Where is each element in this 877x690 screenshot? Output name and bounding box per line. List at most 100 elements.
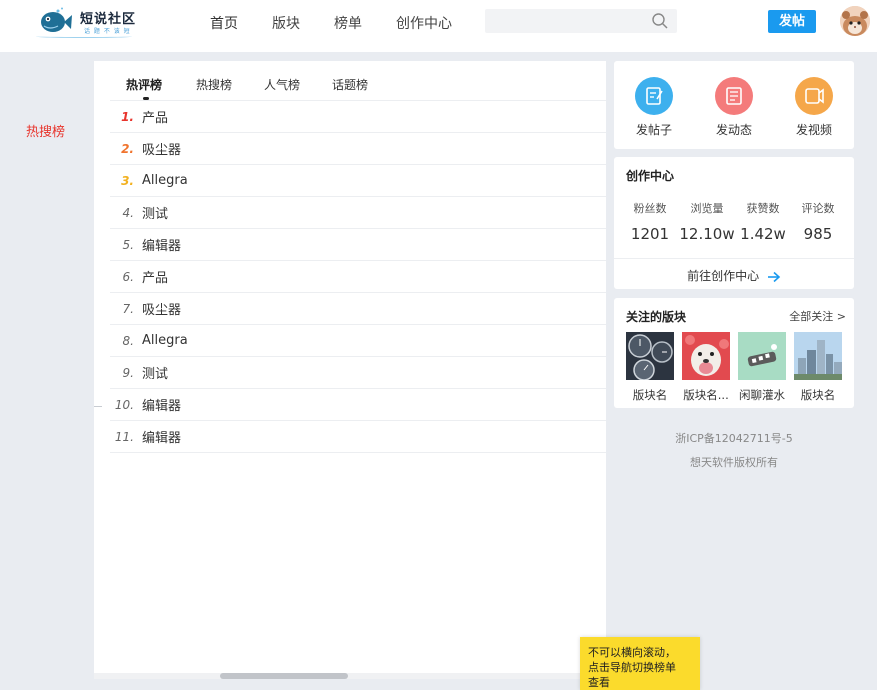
nav-boards[interactable]: 版块 bbox=[272, 13, 300, 33]
search-input[interactable] bbox=[485, 9, 645, 33]
arrow-right-icon bbox=[767, 271, 781, 282]
rank-number: 2. bbox=[121, 141, 134, 156]
followed-title: 关注的版块 bbox=[626, 310, 687, 324]
fish-logo-icon bbox=[41, 7, 72, 32]
board-item[interactable]: 版块名 bbox=[794, 332, 842, 403]
tab-hot-search[interactable]: 热搜榜 bbox=[196, 76, 232, 93]
site-logo[interactable]: 短说社区 话 题 不 该 短 bbox=[34, 4, 144, 40]
main-nav: 首页 版块 榜单 创作中心 bbox=[210, 13, 486, 33]
action-label: 发视频 bbox=[795, 123, 832, 137]
post-button[interactable]: 发帖 bbox=[768, 10, 816, 33]
tip-line: 不可以横向滚动， bbox=[588, 646, 676, 659]
side-hot-search-label[interactable]: 热搜榜 bbox=[26, 121, 65, 140]
goto-creation-center-link[interactable]: 前往创作中心 bbox=[614, 267, 854, 284]
list-item[interactable]: 5. 编辑器 bbox=[110, 229, 606, 261]
list-item[interactable]: 1. 产品 bbox=[110, 101, 606, 133]
hot-list: 1. 产品 2. 吸尘器 3. Allegra 4. 测试 5. 编辑器 6. 产品 7. 吸… bbox=[110, 101, 606, 453]
list-item-text: 编辑器 bbox=[142, 239, 182, 254]
scrollbar-thumb[interactable] bbox=[220, 673, 348, 679]
dog-image bbox=[682, 332, 730, 380]
sticker-image bbox=[738, 332, 786, 380]
ranking-tabs: 热评榜 热搜榜 人气榜 话题榜 bbox=[110, 61, 606, 101]
quick-actions-card: 发帖子 发动态 发视频 bbox=[614, 61, 854, 149]
rank-number: 3. bbox=[121, 173, 134, 188]
stat-comments[interactable]: 评论数 985 bbox=[790, 200, 846, 243]
rank-number: 10. bbox=[114, 397, 134, 412]
ranking-panel: 热评榜 热搜榜 人气榜 话题榜 1. 产品 2. 吸尘器 3. Allegra 4. 测… bbox=[94, 61, 606, 673]
list-item[interactable]: 11. 编辑器 bbox=[110, 421, 606, 453]
goto-label: 前往创作中心 bbox=[687, 269, 760, 283]
tab-popularity[interactable]: 人气榜 bbox=[264, 76, 300, 93]
scroll-tip: 不可以横向滚动， 点击导航切换榜单 查看 bbox=[580, 637, 700, 690]
nav-creation-center[interactable]: 创作中心 bbox=[396, 13, 452, 33]
divider bbox=[614, 258, 854, 259]
list-item-text: 吸尘器 bbox=[142, 143, 182, 158]
rank-number: 8. bbox=[122, 333, 134, 348]
nav-rankings[interactable]: 榜单 bbox=[334, 13, 362, 33]
list-item-text: 测试 bbox=[142, 367, 169, 382]
list-item[interactable]: 9. 测试 bbox=[110, 357, 606, 389]
list-item-text: Allegra bbox=[142, 173, 188, 188]
list-item[interactable]: 8. Allegra bbox=[110, 325, 606, 357]
hamster-avatar-icon bbox=[840, 6, 870, 36]
list-item[interactable]: 10. 编辑器 bbox=[110, 389, 606, 421]
post-dynamic-button[interactable]: 发动态 bbox=[710, 77, 758, 138]
list-item-text: 产品 bbox=[142, 111, 169, 126]
stat-value: 985 bbox=[803, 225, 833, 243]
board-name: 版块名 bbox=[800, 388, 836, 402]
board-item[interactable]: 版块名 bbox=[626, 332, 674, 403]
rank-number: 6. bbox=[122, 269, 134, 284]
stat-label: 评论数 bbox=[801, 202, 835, 215]
rank-number: 5. bbox=[122, 237, 134, 252]
tab-hot-comments[interactable]: 热评榜 bbox=[126, 76, 162, 93]
board-name: 闲聊灌水 bbox=[739, 388, 785, 402]
stat-fans[interactable]: 粉丝数 1201 bbox=[622, 200, 678, 243]
list-item-text: 编辑器 bbox=[142, 399, 182, 414]
video-icon bbox=[795, 77, 833, 115]
nav-home[interactable]: 首页 bbox=[210, 13, 238, 33]
post-video-button[interactable]: 发视频 bbox=[790, 77, 838, 138]
icp-record-link[interactable]: 浙ICP备12042711号-5 bbox=[614, 430, 854, 446]
stat-likes[interactable]: 获赞数 1.42w bbox=[735, 200, 791, 243]
dynamic-icon bbox=[715, 77, 753, 115]
board-item[interactable]: 闲聊灌水 bbox=[738, 332, 786, 403]
list-item[interactable]: 4. 测试 bbox=[110, 197, 606, 229]
list-item[interactable]: 6. 产品 bbox=[110, 261, 606, 293]
top-header: 短说社区 话 题 不 该 短 首页 版块 榜单 创作中心 发帖 bbox=[0, 0, 877, 52]
action-label: 发动态 bbox=[715, 123, 752, 137]
all-followed-link[interactable]: 全部关注 > bbox=[789, 308, 846, 324]
tab-topics[interactable]: 话题榜 bbox=[332, 76, 368, 93]
horizontal-scrollbar[interactable] bbox=[94, 673, 606, 679]
logo-subtitle: 话 题 不 该 短 bbox=[84, 28, 131, 35]
creation-center-title: 创作中心 bbox=[626, 169, 675, 183]
post-thread-button[interactable]: 发帖子 bbox=[630, 77, 678, 138]
list-item-text: 编辑器 bbox=[142, 431, 182, 446]
tip-line: 查看 bbox=[588, 676, 610, 689]
list-item[interactable]: 2. 吸尘器 bbox=[110, 133, 606, 165]
list-item-text: 吸尘器 bbox=[142, 303, 182, 318]
list-item-text: 产品 bbox=[142, 271, 169, 286]
list-item-text: 测试 bbox=[142, 207, 169, 222]
search-icon[interactable] bbox=[651, 12, 669, 30]
clocks-image bbox=[626, 332, 674, 380]
avatar[interactable] bbox=[840, 6, 870, 36]
stat-value: 1.42w bbox=[740, 225, 786, 243]
creation-center-card: 创作中心 粉丝数 1201 浏览量 12.10w 获赞数 1.42w 评论数 9… bbox=[614, 157, 854, 289]
rank-number: 1. bbox=[121, 109, 134, 124]
list-item[interactable]: 7. 吸尘器 bbox=[110, 293, 606, 325]
followed-boards-card: 关注的版块 全部关注 > 版块名 版块名... 闲聊灌水 版块名 bbox=[614, 298, 854, 408]
action-label: 发帖子 bbox=[635, 123, 672, 137]
list-item[interactable]: 3. Allegra bbox=[110, 165, 606, 197]
city-image bbox=[794, 332, 842, 380]
tip-line: 点击导航切换榜单 bbox=[588, 661, 676, 674]
board-item[interactable]: 版块名... bbox=[682, 332, 730, 403]
copyright-text: 想天软件版权所有 bbox=[690, 456, 778, 469]
stat-value: 12.10w bbox=[679, 225, 735, 243]
rank-number: 7. bbox=[122, 301, 134, 316]
post-icon bbox=[635, 77, 673, 115]
logo-wave bbox=[36, 35, 132, 38]
rank-number: 11. bbox=[114, 429, 134, 444]
rank-number: 9. bbox=[122, 365, 134, 380]
stat-label: 浏览量 bbox=[690, 202, 724, 215]
stat-views[interactable]: 浏览量 12.10w bbox=[679, 200, 735, 243]
